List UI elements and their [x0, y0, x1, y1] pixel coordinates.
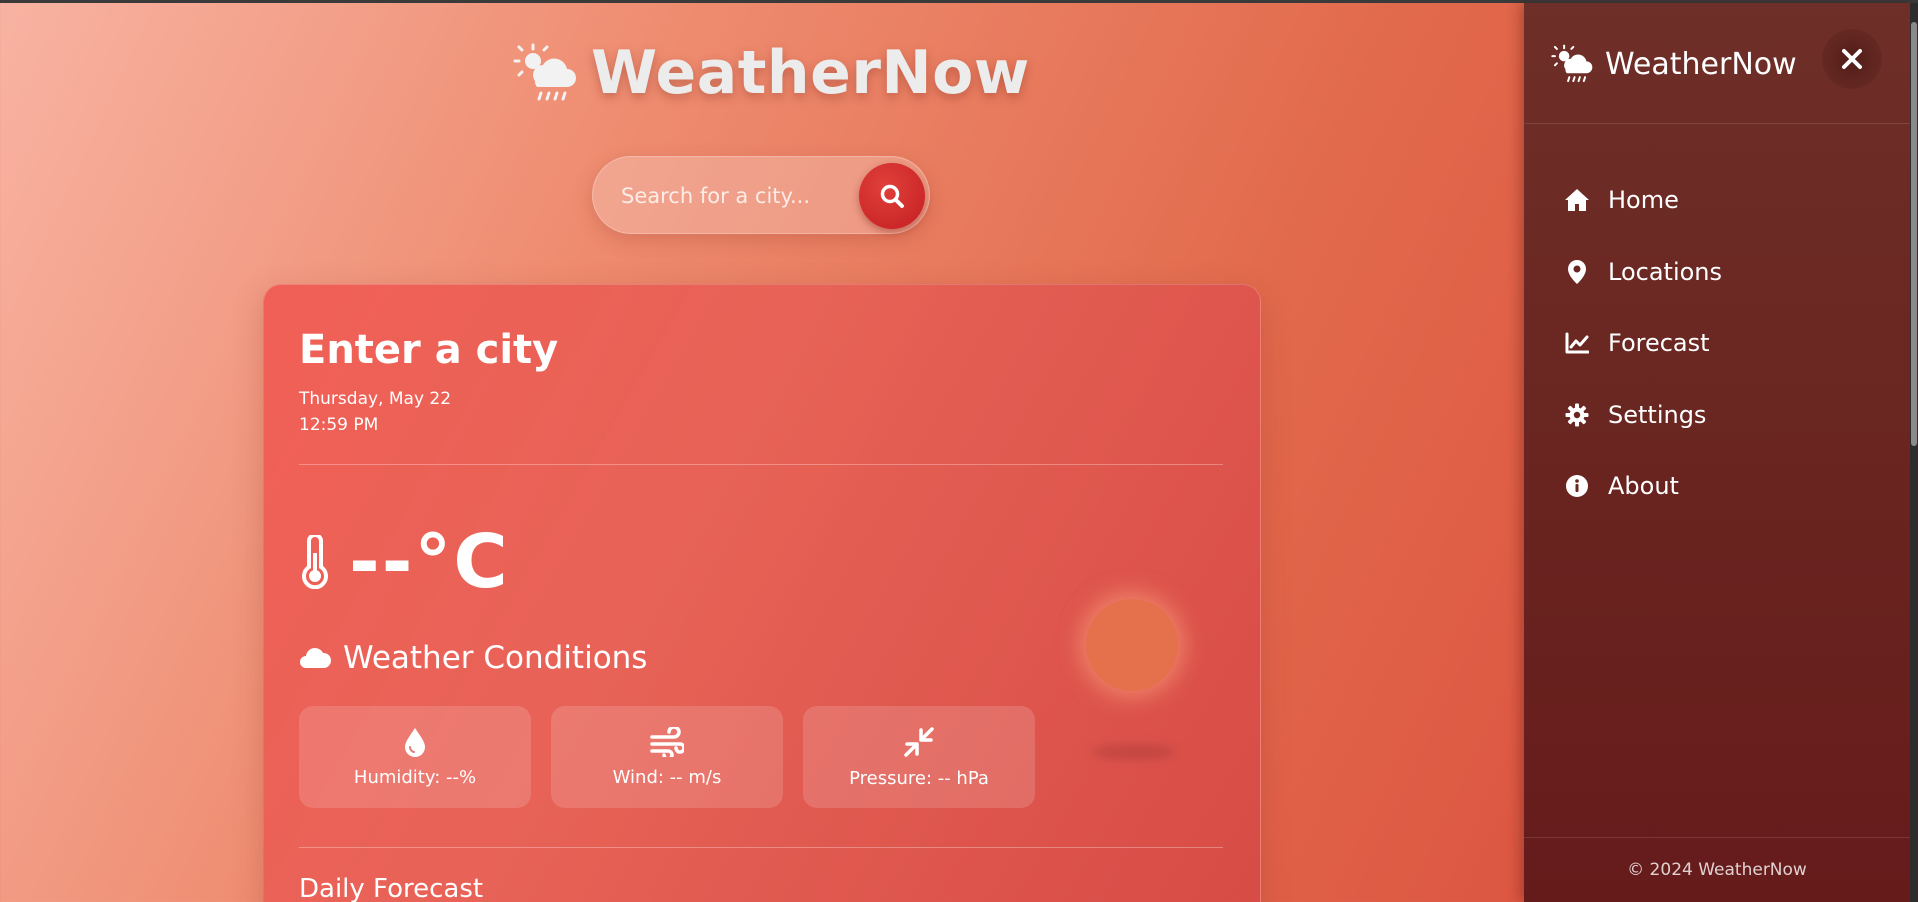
conditions-row: Weather Conditions	[299, 640, 647, 676]
weather-card: Enter a city Thursday, May 22 12:59 PM -…	[263, 284, 1261, 902]
sidebar-brand: WeatherNow	[1551, 43, 1797, 85]
close-icon	[1842, 49, 1862, 69]
sidebar-item-settings[interactable]: Settings	[1564, 395, 1706, 435]
search-input[interactable]	[621, 157, 841, 235]
conditions-label: Weather Conditions	[343, 640, 648, 676]
info-icon	[1564, 473, 1590, 499]
sidebar-footer: © 2024 WeatherNow	[1524, 837, 1910, 902]
close-sidebar-button[interactable]	[1822, 29, 1882, 89]
city-name: Enter a city	[299, 327, 559, 373]
sun-cloud-rain-icon	[1551, 44, 1593, 83]
weather-stats: Humidity: --% Wind: -- m/s Pressure: -- …	[299, 706, 1035, 808]
sun-cloud-rain-icon	[513, 43, 576, 101]
location-pin-icon	[1564, 259, 1590, 285]
sidebar-item-forecast[interactable]: Forecast	[1564, 323, 1710, 363]
copyright-text: © 2024 WeatherNow	[1627, 860, 1807, 880]
sidebar-header: WeatherNow	[1524, 3, 1910, 124]
search-button[interactable]	[859, 163, 925, 229]
app-title: WeatherNow	[591, 38, 1030, 108]
humidity-stat: Humidity: --%	[299, 706, 531, 808]
sun-shadow	[1092, 745, 1176, 759]
home-icon	[1564, 187, 1590, 213]
pressure-stat: Pressure: -- hPa	[803, 706, 1035, 808]
wind-label: Wind: -- m/s	[612, 766, 722, 788]
gear-icon	[1564, 402, 1590, 428]
weather-sun-graphic	[1086, 599, 1178, 691]
scrollbar-thumb[interactable]	[1911, 22, 1917, 446]
divider	[299, 847, 1223, 848]
sidebar-item-label: Forecast	[1608, 329, 1710, 357]
sidebar-item-label: Settings	[1608, 401, 1707, 429]
droplet-icon	[405, 727, 425, 757]
humidity-label: Humidity: --%	[353, 766, 477, 788]
search-bar	[592, 156, 930, 235]
sidebar-item-label: Locations	[1608, 258, 1723, 286]
sidebar-item-locations[interactable]: Locations	[1564, 252, 1722, 292]
wind-stat: Wind: -- m/s	[551, 706, 783, 808]
current-date: Thursday, May 22	[299, 389, 452, 409]
sidebar-item-about[interactable]: About	[1564, 466, 1679, 506]
search-icon	[880, 184, 904, 208]
sidebar-title: WeatherNow	[1605, 46, 1797, 82]
thermometer-icon	[302, 535, 328, 589]
pressure-label: Pressure: -- hPa	[849, 767, 989, 789]
daily-forecast-title: Daily Forecast	[299, 874, 484, 902]
temperature-row: --°C	[299, 519, 510, 605]
sidebar-item-home[interactable]: Home	[1564, 180, 1679, 220]
sidebar-item-label: About	[1608, 472, 1679, 500]
chart-line-icon	[1564, 330, 1590, 356]
cloud-icon	[300, 648, 331, 668]
sidebar: WeatherNow Home Locations Forecast Setti…	[1524, 3, 1910, 902]
temperature-value: --°C	[349, 519, 510, 605]
divider	[299, 464, 1223, 465]
wind-icon	[650, 726, 684, 757]
app-header: WeatherNow	[513, 36, 1030, 110]
sidebar-item-label: Home	[1608, 186, 1679, 214]
compress-icon	[904, 726, 934, 757]
current-time: 12:59 PM	[299, 415, 379, 435]
